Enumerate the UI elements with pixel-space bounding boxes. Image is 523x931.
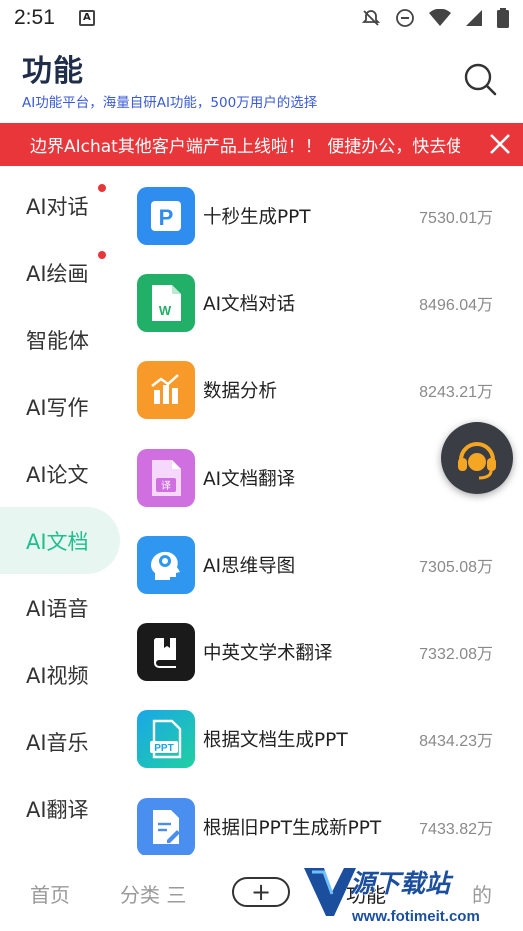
sidebar-item-ai-video[interactable]: AI视频 (0, 641, 130, 708)
feature-list: P 十秒生成PPT 7530.01万 W AI文档对话 8496.04万 数据分… (130, 172, 523, 870)
feature-name: 十秒生成PPT (203, 206, 311, 228)
new-badge-dot (98, 251, 106, 259)
svg-text:W: W (159, 303, 172, 318)
sidebar-item-label: AI视频 (26, 663, 89, 688)
list-item[interactable]: P 十秒生成PPT 7530.01万 (130, 172, 523, 259)
status-time: 2:51 (14, 6, 55, 29)
nav-home[interactable]: 首页 (30, 879, 70, 908)
category-sidebar: AI对话 AI绘画 智能体 AI写作 AI论文 AI文档 AI语音 AI视频 A… (0, 172, 130, 847)
svg-text:P: P (159, 205, 174, 230)
feature-name: AI文档翻译 (203, 468, 296, 490)
sidebar-item-label: AI翻译 (26, 797, 89, 822)
list-item[interactable]: W AI文档对话 8496.04万 (130, 259, 523, 346)
chart-icon (137, 361, 195, 420)
list-item[interactable]: 中英文学术翻译 7332.08万 (130, 608, 523, 695)
page-title: 功能 (22, 54, 84, 89)
brain-head-icon (137, 535, 195, 594)
signal-icon (466, 10, 482, 26)
nav-category[interactable]: 分类 三 (120, 879, 186, 908)
feature-name: 根据旧PPT生成新PPT (203, 817, 382, 839)
sidebar-item-label: AI写作 (26, 395, 89, 420)
close-icon[interactable] (489, 133, 511, 155)
sidebar-item-ai-chat[interactable]: AI对话 (0, 172, 130, 239)
sidebar-item-ai-writing[interactable]: AI写作 (0, 373, 130, 440)
watermark: 源下载站 www.fotimeit.com (300, 858, 520, 930)
battery-icon (497, 8, 509, 28)
book-icon (137, 623, 195, 682)
list-item[interactable]: PPT 根据文档生成PPT 8434.23万 (130, 696, 523, 783)
sidebar-item-ai-music[interactable]: AI音乐 (0, 708, 130, 775)
plus-icon: + (250, 878, 272, 906)
usage-count: 8434.23万 (419, 733, 493, 751)
feature-name: 中英文学术翻译 (203, 643, 333, 665)
wifi-icon (429, 9, 451, 26)
watermark-text: 源下载站 (350, 869, 451, 898)
announcement-banner[interactable]: 边界AIchat其他客户端产品上线啦！！ 便捷办公，快去使用~ (0, 123, 523, 166)
sidebar-item-label: AI论文 (26, 462, 89, 487)
ppt-p-icon: P (137, 186, 195, 245)
sidebar-item-agents[interactable]: 智能体 (0, 306, 130, 373)
notifications-off-icon (361, 10, 381, 26)
usage-count: 7433.82万 (419, 820, 493, 838)
sidebar-item-ai-drawing[interactable]: AI绘画 (0, 239, 130, 306)
ppt-doc-icon: PPT (137, 710, 195, 769)
sidebar-item-label: AI对话 (26, 194, 89, 219)
usage-count: 7305.08万 (419, 558, 493, 576)
banner-text: 边界AIchat其他客户端产品上线啦！！ 便捷办公，快去使用~ (30, 137, 460, 157)
customer-service-button[interactable] (441, 422, 513, 494)
new-badge-dot (98, 184, 106, 192)
usage-count: 7530.01万 (419, 209, 493, 227)
do-not-disturb-icon (396, 9, 414, 27)
status-bar: 2:51 A (0, 0, 523, 36)
svg-text:PPT: PPT (154, 743, 173, 754)
app-notification-icon: A (78, 10, 95, 26)
page-subtitle: AI功能平台，海量自研AI功能，500万用户的选择 (22, 95, 318, 111)
feature-name: 根据文档生成PPT (203, 730, 348, 752)
list-item[interactable]: AI思维导图 7305.08万 (130, 521, 523, 608)
list-item[interactable]: 数据分析 8243.21万 (130, 347, 523, 434)
svg-text:译: 译 (161, 480, 171, 492)
translate-doc-icon: 译 (137, 448, 195, 507)
feature-name: 数据分析 (203, 381, 278, 403)
usage-count: 7332.08万 (419, 646, 493, 664)
usage-count: 8243.21万 (419, 384, 493, 402)
word-doc-icon: W (137, 273, 195, 332)
sidebar-item-label: 智能体 (26, 328, 89, 353)
sidebar-item-ai-paper[interactable]: AI论文 (0, 440, 130, 507)
sidebar-item-label: AI文档 (26, 529, 89, 554)
sidebar-item-label: AI语音 (26, 596, 89, 621)
sidebar-item-ai-document[interactable]: AI文档 (0, 507, 120, 574)
sidebar-item-label: AI音乐 (26, 730, 89, 755)
feature-name: AI思维导图 (203, 555, 296, 577)
nav-add-button[interactable]: + (232, 877, 290, 907)
feature-name: AI文档对话 (203, 293, 296, 315)
sidebar-item-ai-translate[interactable]: AI翻译 (0, 775, 130, 842)
watermark-url: www.fotimeit.com (352, 908, 480, 925)
sidebar-item-ai-voice[interactable]: AI语音 (0, 574, 130, 641)
edit-doc-icon (137, 797, 195, 856)
usage-count: 8496.04万 (419, 296, 493, 314)
search-icon[interactable] (463, 62, 497, 96)
page-header: 功能 AI功能平台，海量自研AI功能，500万用户的选择 (0, 40, 523, 120)
headset-icon (458, 442, 496, 480)
sidebar-item-label: AI绘画 (26, 261, 89, 286)
